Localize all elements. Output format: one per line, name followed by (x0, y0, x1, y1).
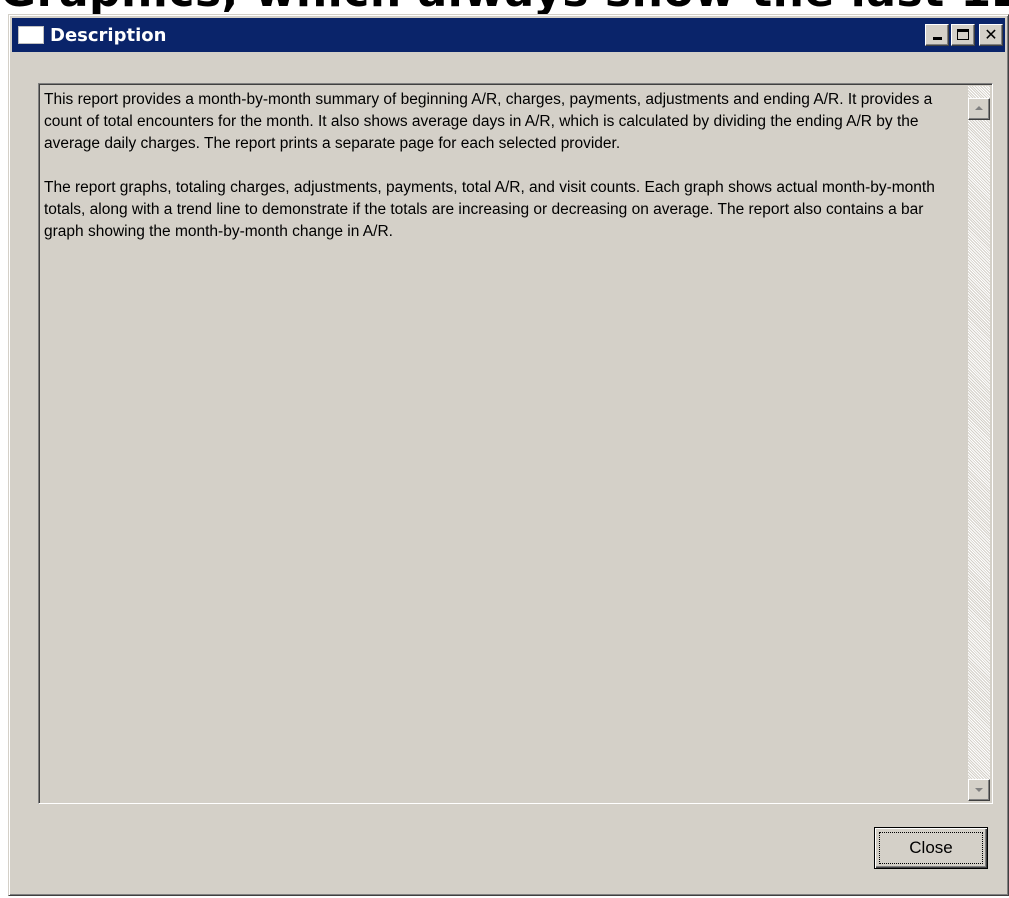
arrow-up-icon (975, 106, 983, 110)
window-controls: ✕ (925, 24, 1003, 46)
close-button[interactable]: Close (874, 827, 988, 869)
maximize-button[interactable] (951, 24, 975, 46)
description-textbox[interactable]: This report provides a month-by-month su… (38, 83, 993, 804)
vertical-scrollbar[interactable] (968, 86, 990, 801)
maximize-icon (957, 29, 969, 40)
close-icon: ✕ (984, 25, 998, 44)
description-text: This report provides a month-by-month su… (44, 89, 959, 265)
scroll-down-button[interactable] (968, 779, 990, 801)
arrow-down-icon (975, 788, 983, 792)
minimize-icon (933, 37, 942, 40)
description-paragraph-2: The report graphs, totaling charges, adj… (44, 179, 935, 240)
close-window-button[interactable]: ✕ (979, 24, 1003, 46)
scroll-up-button[interactable] (968, 98, 990, 120)
window-icon (18, 26, 44, 44)
focus-ring (879, 832, 983, 864)
description-paragraph-1: This report provides a month-by-month su… (44, 91, 933, 152)
title-bar[interactable]: Description ✕ (12, 18, 1005, 52)
minimize-button[interactable] (925, 24, 949, 46)
window-title: Description (50, 24, 167, 46)
description-dialog: Description ✕ This report provides a mon… (8, 14, 1009, 896)
